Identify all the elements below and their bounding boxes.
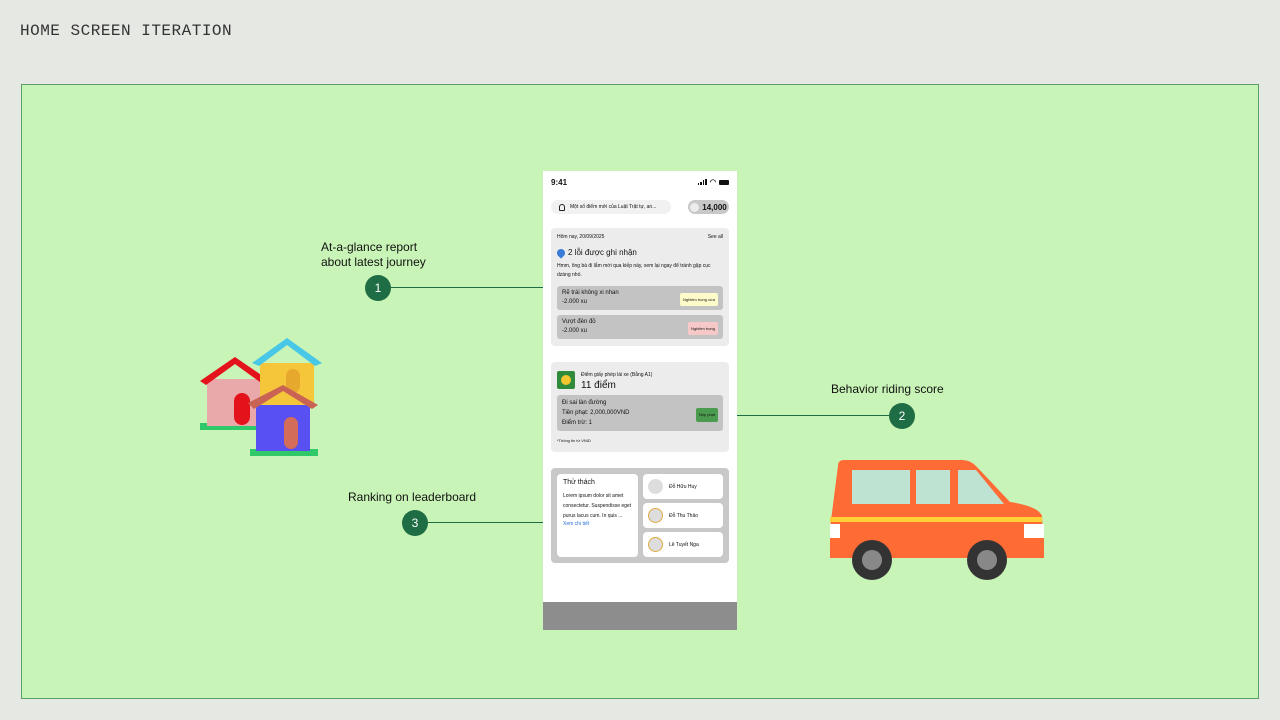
severity-badge: Nghiêm trọng [687,322,718,335]
pin-icon [555,246,567,259]
callout-1-label: At-a-glance report about latest journey [321,240,426,270]
fine-amount: Tiền phạt: 2,000,000VND [562,410,630,416]
status-time: 9:41 [551,177,568,187]
callout-3-label: Ranking on leaderboard [348,490,477,504]
coin-balance[interactable]: 14,000 [688,200,729,214]
report-title-text: 2 lỗi được ghi nhận [568,248,637,257]
coin-icon [690,202,700,212]
challenge-panel: Thử thách Lorem ipsum dolor sit amet con… [557,474,638,557]
severity-badge: Nghiêm trọng vừa [679,293,718,306]
avatar [648,537,663,552]
bottom-navigation-bar [543,602,737,630]
callout-1-marker: 1 [365,275,391,301]
source-note: *Thông tin từ VNID [557,438,591,443]
player-name: Đỗ Thu Thảo [669,512,699,519]
wifi-icon: ◠ [709,178,716,186]
challenge-details-link[interactable]: Xem chi tiết [563,521,632,527]
battery-icon [719,179,729,185]
notification-text: Một số điểm mới của Luật Trật tự, an... [570,204,657,210]
status-icons: ◠ [697,178,729,186]
license-badge-icon [557,371,575,389]
leaderboard-row[interactable]: Đỗ Hữu Huy [643,474,723,499]
van-illustration [830,460,1044,580]
leaderboard-row[interactable]: Đỗ Thu Thảo [643,503,723,528]
leaderboard-row[interactable]: Lê Tuyết Nga [643,532,723,557]
status-bar: 9:41 ◠ [543,171,737,193]
report-date: Hôm nay, 20/09/2025 [557,234,605,240]
callout-1-line1: At-a-glance report [321,240,418,254]
report-title: 2 lỗi được ghi nhận [555,246,637,259]
avatar [648,508,663,523]
callout-2-marker: 2 [889,403,915,429]
notification-banner[interactable]: Một số điểm mới của Luật Trật tự, an... [551,200,671,214]
player-name: Đỗ Hữu Huy [669,483,697,490]
player-name: Lê Tuyết Nga [669,541,699,548]
avatar [648,479,663,494]
callout-1-line [390,287,554,288]
callout-3-line [428,522,552,523]
page-title: HOME SCREEN ITERATION [20,22,233,40]
license-score: 11 điểm [581,380,616,391]
callout-3-marker: 3 [402,510,428,536]
callout-2-label: Behavior riding score [831,382,944,396]
phone-screen: 9:41 ◠ Một số điểm mới của Luật Trật tự,… [543,171,737,630]
challenge-body: Lorem ipsum dolor sit amet consectetur. … [563,493,632,519]
callout-2-line [728,415,889,416]
violation-item[interactable]: Vượt đèn đỏ -2.000 xu Nghiêm trọng [557,315,723,339]
bell-icon [559,203,565,211]
violation-item[interactable]: Rẽ trái không xi nhan -2.000 xu Nghiêm t… [557,286,723,310]
fine-item: Đi sai làn đường Tiền phạt: 2,000,000VND… [557,395,723,431]
callout-1-line2: about latest journey [321,255,426,269]
license-label: Điểm giấy phép lái xe (Bằng A1) [581,372,653,378]
signal-icon [697,179,707,185]
points-deducted: Điểm trừ: 1 [562,420,593,426]
see-all-link[interactable]: See all [708,234,723,240]
license-score-card: Điểm giấy phép lái xe (Bằng A1) 11 điểm … [551,362,729,452]
pay-fine-button[interactable]: Nộp phạt [695,408,718,422]
houses-illustration [200,338,322,456]
challenge-title: Thử thách [563,479,595,486]
report-description: Hmm, ông bà đi lắm mới qua kiếp này, xem… [557,263,711,278]
coin-amount: 14,000 [702,202,727,212]
fine-name: Đi sai làn đường [562,400,607,406]
leaderboard-card: Thử thách Lorem ipsum dolor sit amet con… [551,468,729,563]
journey-report-card: Hôm nay, 20/09/2025 See all 2 lỗi được g… [551,228,729,346]
